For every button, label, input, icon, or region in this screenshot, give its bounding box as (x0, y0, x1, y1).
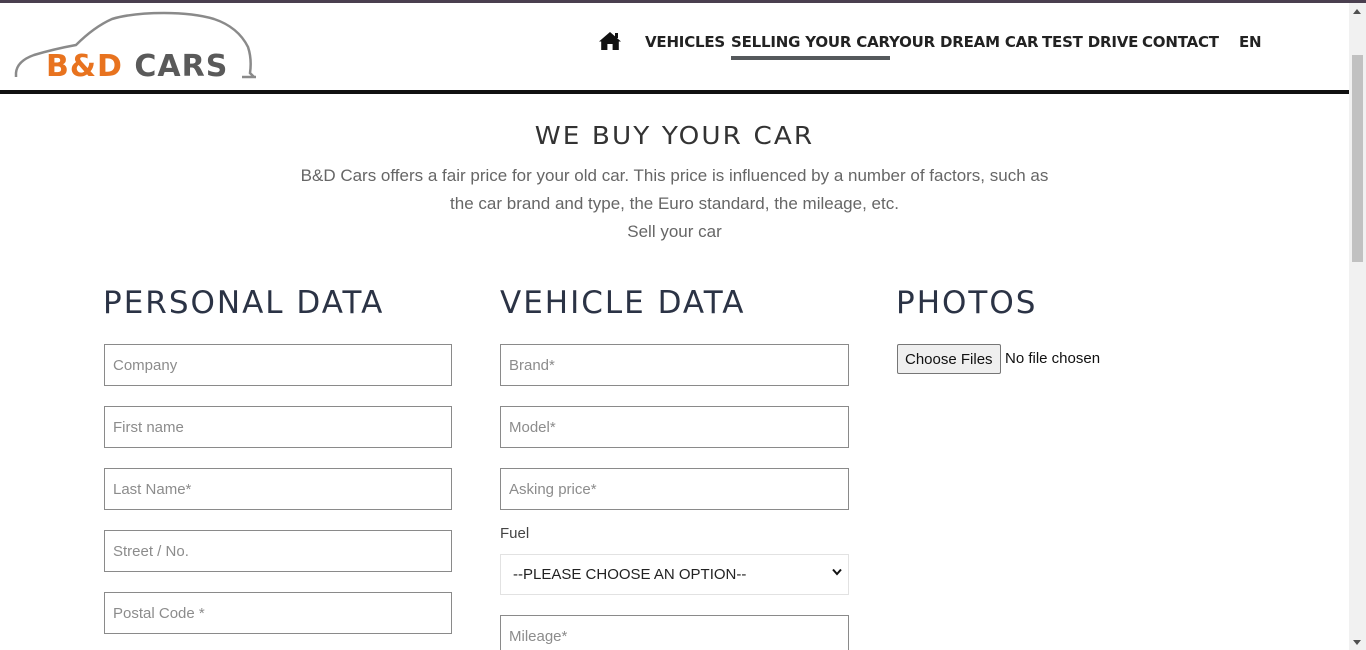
first-name-input[interactable] (104, 406, 452, 448)
last-name-input[interactable] (104, 468, 452, 510)
street-input[interactable] (104, 530, 452, 572)
page-title: WE BUY YOUR CAR (534, 121, 815, 150)
mileage-input[interactable] (500, 615, 849, 650)
scroll-down-arrow-icon[interactable] (1353, 640, 1361, 645)
choose-files-button[interactable]: Choose Files (897, 344, 1001, 374)
logo-cars: CARS (134, 49, 229, 84)
intro-line-3: Sell your car (627, 222, 722, 241)
nav-vehicles[interactable]: VEHICLES (645, 33, 725, 51)
asking-price-input[interactable] (500, 468, 849, 510)
fuel-label: Fuel (500, 525, 530, 542)
scroll-up-arrow-icon[interactable] (1353, 9, 1361, 14)
nav-home-icon[interactable] (598, 31, 622, 55)
fuel-selected-value: --PLEASE CHOOSE AN OPTION-- (513, 566, 747, 583)
nav-your-dream-car[interactable]: YOUR DREAM CAR (889, 33, 1039, 51)
home-icon (599, 32, 621, 50)
nav-contact[interactable]: CONTACT (1142, 33, 1219, 51)
header-divider (0, 90, 1349, 94)
language-switcher[interactable]: EN (1239, 33, 1262, 51)
photos-heading: PHOTOS (896, 285, 1038, 321)
intro-text: B&D Cars offers a fair price for your ol… (270, 162, 1079, 246)
logo-bd: B&D (46, 49, 123, 84)
fuel-select[interactable]: --PLEASE CHOOSE AN OPTION-- (500, 554, 849, 595)
site-logo[interactable]: B&D CARS (14, 11, 258, 84)
logo-wordmark: B&D CARS (46, 50, 228, 84)
nav-selling-your-car[interactable]: SELLING YOUR CAR (731, 33, 890, 60)
postal-code-input[interactable] (104, 592, 452, 634)
intro-line-2: the car brand and type, the Euro standar… (450, 194, 899, 213)
model-input[interactable] (500, 406, 849, 448)
vehicle-data-heading: VEHICLE DATA (500, 285, 746, 321)
site-header: B&D CARS VEHICLES SELLING YOUR CAR YOUR … (0, 3, 1349, 90)
nav-test-drive[interactable]: TEST DRIVE (1042, 33, 1138, 51)
chevron-down-icon (832, 568, 842, 576)
company-input[interactable] (104, 344, 452, 386)
personal-data-heading: PERSONAL DATA (103, 285, 385, 321)
intro-line-1: B&D Cars offers a fair price for your ol… (300, 166, 1049, 185)
scrollbar-thumb[interactable] (1352, 55, 1363, 262)
file-status-text: No file chosen (1005, 350, 1101, 367)
brand-input[interactable] (500, 344, 849, 386)
page-scrollbar[interactable] (1349, 3, 1366, 650)
